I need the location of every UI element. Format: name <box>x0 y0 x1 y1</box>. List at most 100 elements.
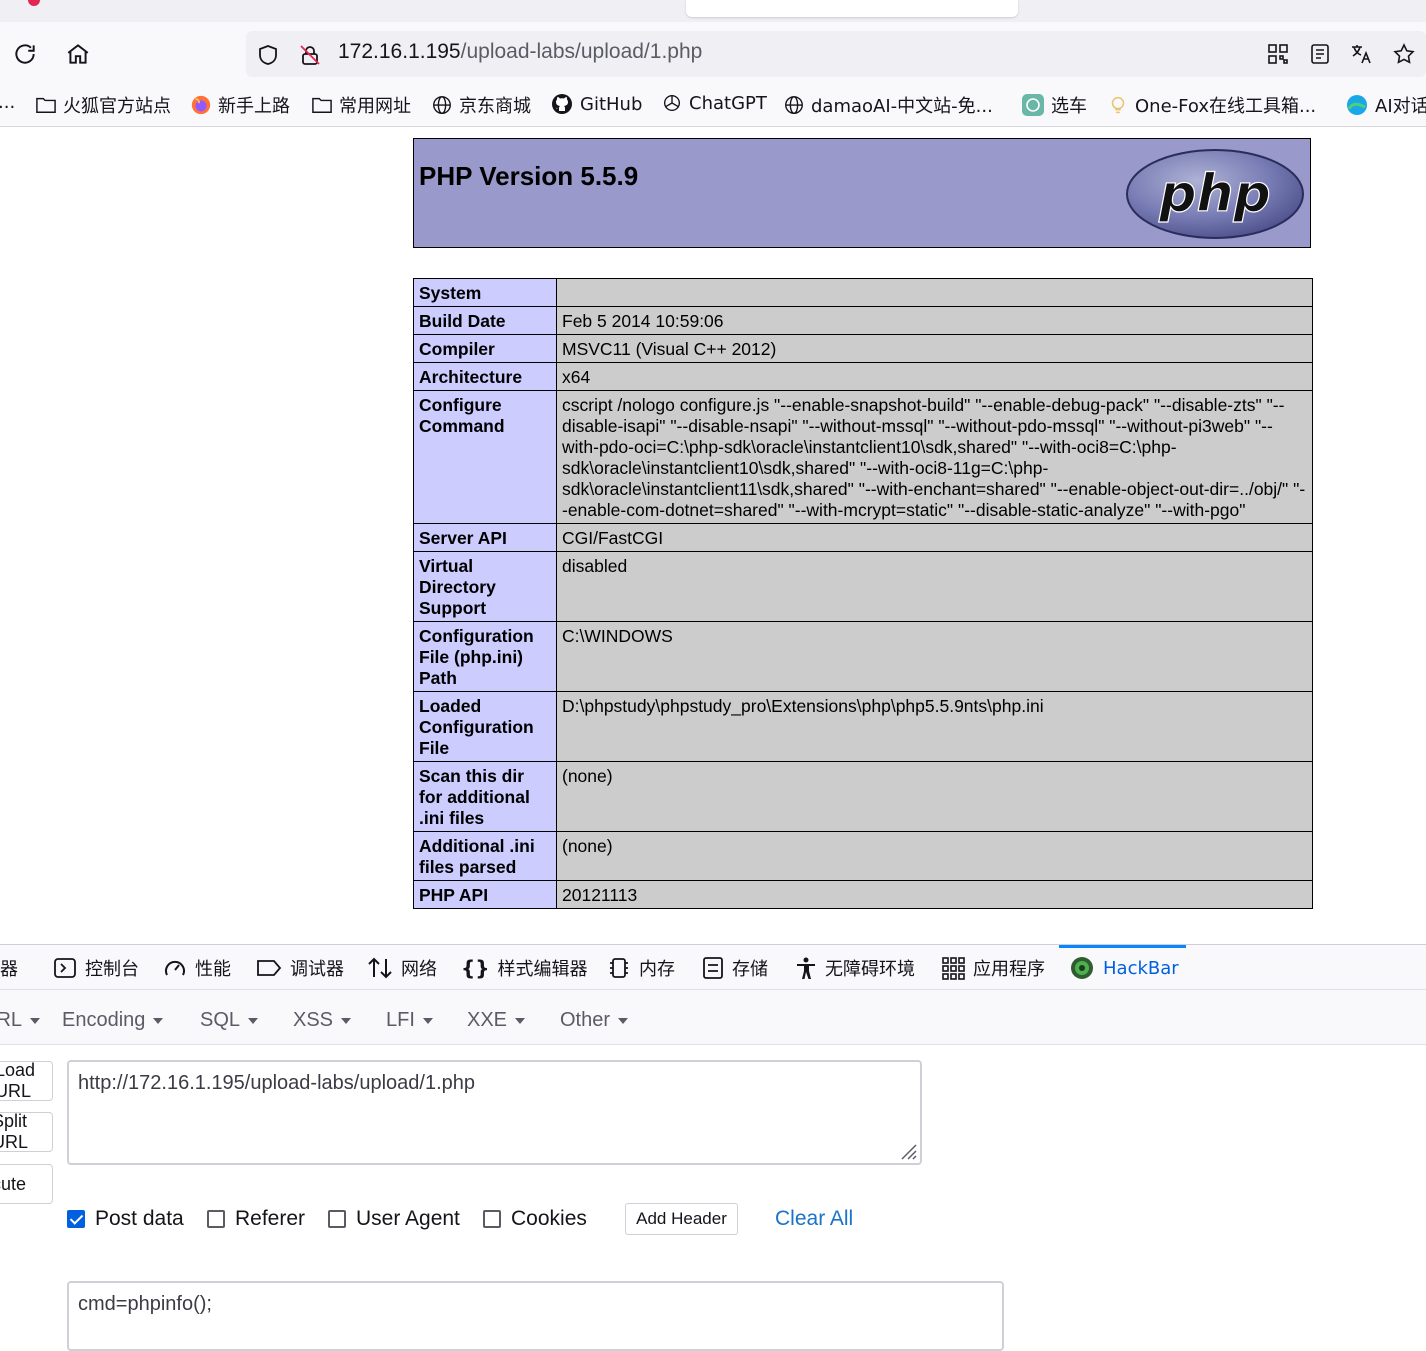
tab-network[interactable]: 网络 <box>367 955 437 981</box>
tab-label: HackBar <box>1103 957 1179 979</box>
menu-label: Other <box>560 1009 611 1031</box>
phpinfo-key: Virtual Directory Support <box>413 551 557 622</box>
menu-xxe[interactable]: XXE <box>467 1009 526 1032</box>
chevron-down-icon <box>30 1017 41 1024</box>
button-label: Execute <box>0 1173 26 1194</box>
user-agent-checkbox[interactable]: User Agent <box>328 1207 460 1231</box>
clear-all-link[interactable]: Clear All <box>775 1207 853 1231</box>
phpinfo-key: Server API <box>413 523 557 552</box>
phpinfo-key: Loaded Configuration File <box>413 691 557 762</box>
bookmark-xuanche[interactable]: 选车 <box>1021 92 1087 118</box>
tab-label: 性能 <box>195 959 231 980</box>
translate-icon[interactable] <box>1349 42 1373 66</box>
phpinfo-row: System <box>413 278 1313 307</box>
add-header-button[interactable]: Add Header <box>625 1203 738 1235</box>
referer-checkbox[interactable]: Referer <box>207 1207 305 1231</box>
bookmark-onefox[interactable]: One-Fox在线工具箱... <box>1107 92 1316 118</box>
bookmark-chatgpt[interactable]: ChatGPT <box>661 92 767 114</box>
post-data-textarea[interactable]: cmd=phpinfo(); <box>67 1281 1004 1351</box>
bookmark-github[interactable]: GitHub <box>550 92 642 116</box>
resize-handle-icon[interactable] <box>899 1142 917 1160</box>
phpinfo-value: (none) <box>556 831 1313 881</box>
globe-icon <box>785 96 803 114</box>
reload-icon <box>15 44 35 64</box>
bookmark-getting-started[interactable]: 新手上路 <box>190 92 290 118</box>
bookmark-label: 选车 <box>1051 96 1087 117</box>
bookmarks-toolbar: ... 火狐官方站点 新手上路 常用网址 京东商城 GitHub ChatGPT… <box>0 84 1426 127</box>
bookmark-ai-chat[interactable]: AI对话 <box>1345 92 1426 118</box>
reload-button[interactable] <box>9 38 41 70</box>
insecure-lock-icon[interactable] <box>298 43 322 67</box>
tab-accessibility[interactable]: 无障碍环境 <box>795 955 915 981</box>
bookmark-label: ChatGPT <box>689 92 767 114</box>
tab-console[interactable]: 控制台 <box>53 955 139 981</box>
cookies-checkbox[interactable]: Cookies <box>483 1207 587 1231</box>
tab-application[interactable]: 应用程序 <box>941 955 1045 981</box>
post-data-checkbox[interactable]: Post data <box>67 1207 184 1231</box>
phpinfo-row: Scan this dir for additional .ini files(… <box>413 761 1313 832</box>
menu-xss[interactable]: XSS <box>293 1009 352 1032</box>
qr-code-icon[interactable] <box>1266 42 1290 66</box>
bookmark-overflow[interactable]: ... <box>0 92 15 113</box>
url-textarea[interactable]: http://172.16.1.195/upload-labs/upload/1… <box>67 1060 922 1165</box>
openai-icon <box>663 94 681 112</box>
url-textarea-value: http://172.16.1.195/upload-labs/upload/1… <box>78 1072 475 1094</box>
home-icon <box>67 44 89 64</box>
phpinfo-value: D:\phpstudy\phpstudy_pro\Extensions\php\… <box>556 691 1313 762</box>
tab-inspector[interactable]: 查看器 <box>0 955 18 981</box>
style-editor-icon: {} <box>461 956 490 980</box>
phpinfo-value: CGI/FastCGI <box>556 523 1313 552</box>
bookmark-common-sites[interactable]: 常用网址 <box>311 92 411 118</box>
menu-other[interactable]: Other <box>560 1009 629 1032</box>
bookmark-label: 京东商城 <box>459 96 531 117</box>
url-host: 172.16.1.195 <box>338 40 461 63</box>
hackbar-icon <box>1071 957 1093 979</box>
split-url-button[interactable]: Split URL <box>0 1112 53 1152</box>
menu-label: XXE <box>467 1009 508 1031</box>
menu-label: Encoding <box>62 1009 146 1031</box>
phpinfo-key: Scan this dir for additional .ini files <box>413 761 557 832</box>
phpinfo-value: disabled <box>556 551 1313 622</box>
tab-storage[interactable]: 存储 <box>702 955 768 981</box>
phpinfo-value: x64 <box>556 362 1313 391</box>
tab-label: 存储 <box>732 959 768 980</box>
bookmark-jd[interactable]: 京东商城 <box>431 92 531 118</box>
php-logo[interactable]: php <box>1125 148 1305 240</box>
ai-icon <box>1347 95 1367 115</box>
tab-memory[interactable]: 内存 <box>607 955 675 981</box>
tab-debugger[interactable]: 调试器 <box>256 955 344 981</box>
tab-style-editor[interactable]: {} 样式编辑器 <box>461 955 587 981</box>
bookmark-star-icon[interactable] <box>1392 42 1416 66</box>
phpinfo-key: PHP API <box>413 880 557 909</box>
menu-lfi[interactable]: LFI <box>386 1009 433 1032</box>
console-icon <box>54 958 76 978</box>
tab-hackbar[interactable]: HackBar <box>1069 955 1179 981</box>
bookmark-label: GitHub <box>580 93 643 115</box>
checkbox-icon <box>483 1210 501 1228</box>
bookmark-damaoai[interactable]: damaoAI-中文站-免... <box>783 92 993 118</box>
page-content: PHP Version 5.5.9 php System Build Date Fe… <box>0 127 1426 945</box>
execute-button[interactable]: Execute <box>0 1164 53 1204</box>
shield-icon[interactable] <box>256 43 280 67</box>
home-button[interactable] <box>62 38 94 70</box>
active-tab[interactable] <box>686 0 1018 17</box>
chevron-down-icon <box>248 1017 259 1024</box>
phpinfo-header: PHP Version 5.5.9 php <box>413 138 1311 248</box>
phpinfo-row: Build Date Feb 5 2014 10:59:06 <box>413 306 1313 335</box>
phpinfo-value: Feb 5 2014 10:59:06 <box>556 306 1313 335</box>
bookmark-label: damaoAI-中文站-免... <box>811 96 993 117</box>
menu-load-url[interactable]: Load URL <box>0 1009 41 1032</box>
devtools-tabbar: 查看器 控制台 性能 调试器 网络 {} 样式编辑器 内存 存储 无障碍环境 <box>0 945 1426 990</box>
reader-view-icon[interactable] <box>1308 42 1332 66</box>
button-label: Split URL <box>0 1112 29 1152</box>
tab-performance[interactable]: 性能 <box>163 955 231 981</box>
menu-sql[interactable]: SQL <box>200 1009 259 1032</box>
load-url-button[interactable]: Load URL <box>0 1061 53 1101</box>
url-bar[interactable]: 172.16.1.195/upload-labs/upload/1.php <box>246 31 1426 77</box>
bookmark-firefox-official[interactable]: 火狐官方站点 <box>35 92 171 118</box>
folder-icon <box>36 97 56 113</box>
url-text[interactable]: 172.16.1.195/upload-labs/upload/1.php <box>338 40 702 64</box>
tab-label: 查看器 <box>0 959 18 980</box>
checkbox-icon <box>207 1210 225 1228</box>
menu-encoding[interactable]: Encoding <box>62 1009 164 1032</box>
